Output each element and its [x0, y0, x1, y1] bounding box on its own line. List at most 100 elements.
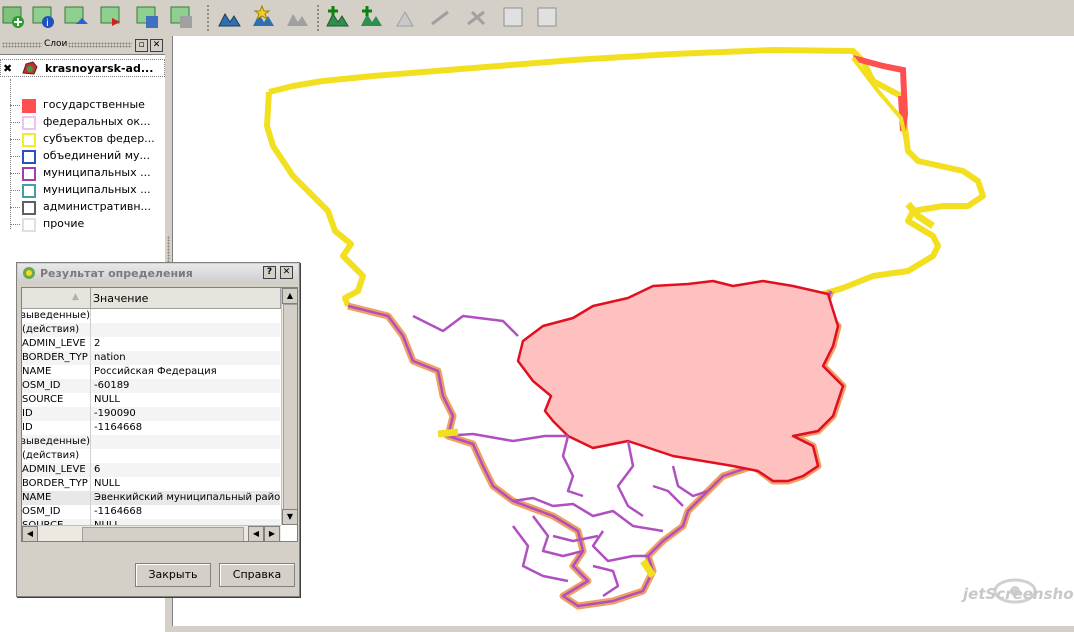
row-key-cell: OSM_ID: [22, 379, 91, 393]
add-feature-icon[interactable]: [358, 4, 384, 30]
row-key: (действия): [22, 324, 80, 335]
add-raster-icon[interactable]: [216, 4, 242, 30]
scroll-left-button-2[interactable]: ◀: [248, 526, 264, 541]
legend-label: прочие: [43, 217, 85, 230]
table-row[interactable]: (выведенные): [22, 435, 280, 449]
row-key-cell: ADMIN_LEVE: [22, 463, 91, 477]
disabled-tool-icon: [284, 4, 310, 30]
row-value: [92, 323, 282, 337]
row-key: ID: [22, 408, 33, 419]
table-row[interactable]: BORDER_TYP NULL: [22, 477, 280, 491]
move-layer-icon[interactable]: [62, 4, 88, 30]
legend-swatch: [22, 116, 36, 130]
svg-text:i: i: [46, 18, 49, 29]
tree-line: [10, 139, 20, 140]
table-row[interactable]: (действия): [22, 449, 280, 463]
results-rows: (выведенные) (действия) ADMIN_LEVE 2 BORDER_…: [22, 309, 282, 533]
scroll-thumb[interactable]: [283, 304, 297, 511]
tree-line: [10, 173, 20, 174]
hscroll-thumb[interactable]: [82, 527, 244, 541]
layers-panel-header: Слои ▫ ✕: [0, 38, 165, 52]
layer-info-icon[interactable]: i: [30, 4, 56, 30]
row-key-cell: NAME: [22, 491, 91, 505]
legend-label: субъектов федер...: [43, 132, 155, 145]
row-key-cell: ID: [22, 421, 91, 435]
row-value: -190090: [94, 408, 136, 419]
close-button[interactable]: Закрыть: [135, 563, 211, 587]
map-canvas[interactable]: [172, 36, 1074, 626]
table-row[interactable]: (действия): [22, 323, 280, 337]
row-key-cell: (действия): [22, 323, 91, 337]
map-drawing: [264, 47, 986, 610]
layer-row[interactable]: ✖ krasnoyarsk-ad...: [0, 59, 165, 77]
close-title-button[interactable]: ✕: [280, 266, 293, 279]
close-panel-button[interactable]: ✕: [150, 39, 163, 52]
scroll-down-button[interactable]: ▼: [282, 509, 297, 525]
row-key-cell: SOURCE: [22, 393, 91, 407]
row-value: -1164668: [94, 422, 143, 433]
merge-tool-icon: [500, 4, 526, 30]
row-key-cell: BORDER_TYP: [22, 351, 91, 365]
add-favorite-icon[interactable]: [250, 4, 276, 30]
row-key: BORDER_TYP: [22, 478, 88, 489]
help-title-button[interactable]: ?: [263, 266, 276, 279]
row-key-cell: ID: [22, 407, 91, 421]
table-row[interactable]: ID -190090: [22, 407, 280, 421]
table-row[interactable]: NAME Российская Федерация: [22, 365, 280, 379]
new-layer-icon[interactable]: [0, 4, 26, 30]
move-feature-icon: [392, 4, 418, 30]
row-value: NULL: [94, 394, 120, 405]
export-layer-icon[interactable]: [168, 4, 194, 30]
table-row[interactable]: ADMIN_LEVE 2: [22, 337, 280, 351]
scroll-right-button[interactable]: ▶: [264, 526, 280, 541]
column-header-feature[interactable]: ▲: [22, 288, 91, 309]
identify-results-dialog: Результат определения ? ✕ ▲ Значение (вы…: [16, 262, 300, 597]
help-button[interactable]: Справка: [219, 563, 295, 587]
horizontal-scrollbar[interactable]: ◀ ◀ ▶: [22, 525, 281, 541]
panel-grip[interactable]: [2, 42, 42, 48]
float-panel-button[interactable]: ▫: [135, 39, 148, 52]
save-layer-icon[interactable]: [134, 4, 160, 30]
row-key-cell: BORDER_TYP: [22, 477, 91, 491]
row-key: (действия): [22, 450, 80, 461]
toolbar-separator: [316, 4, 320, 32]
qgis-logo-icon: [23, 267, 35, 279]
table-row[interactable]: (выведенные): [22, 309, 280, 323]
row-key-cell: (действия): [22, 449, 91, 463]
row-key-cell: (выведенные): [22, 435, 91, 449]
table-row[interactable]: ADMIN_LEVE 6: [22, 463, 280, 477]
expand-icon[interactable]: ✖: [3, 62, 12, 75]
vertical-scrollbar[interactable]: ▲ ▼: [281, 288, 297, 525]
main-toolbar: i: [0, 0, 1074, 37]
row-key-cell: ADMIN_LEVE: [22, 337, 91, 351]
legend-label: административн...: [43, 200, 152, 213]
legend-swatch: [22, 167, 36, 181]
row-value: [92, 449, 282, 463]
sort-indicator-icon: ▲: [72, 292, 79, 302]
legend-swatch: [22, 150, 36, 164]
node-tool-icon: [428, 4, 454, 30]
panel-grip[interactable]: [68, 42, 132, 48]
row-key: ID: [22, 422, 33, 433]
row-key: NAME: [22, 492, 52, 503]
row-value: NULL: [94, 478, 120, 489]
table-row[interactable]: OSM_ID -1164668: [22, 505, 280, 519]
legend-swatch: [22, 184, 36, 198]
legend-label: муниципальных ...: [43, 166, 151, 179]
dialog-titlebar[interactable]: Результат определения ? ✕: [18, 264, 298, 282]
scroll-up-button[interactable]: ▲: [282, 288, 297, 304]
subject-border-patch: [437, 428, 459, 438]
table-row[interactable]: ID -1164668: [22, 421, 280, 435]
table-row[interactable]: NAME Эвенкийский муниципальный район: [22, 491, 282, 505]
table-row[interactable]: BORDER_TYP nation: [22, 351, 280, 365]
row-key-cell: NAME: [22, 365, 91, 379]
column-header-value[interactable]: Значение: [91, 288, 281, 309]
row-value: -1164668: [94, 506, 143, 517]
scroll-left-button[interactable]: ◀: [22, 526, 38, 541]
add-vector-icon[interactable]: [324, 4, 350, 30]
remove-layer-icon[interactable]: [98, 4, 124, 30]
layer-name: krasnoyarsk-ad...: [45, 62, 154, 75]
table-row[interactable]: OSM_ID -60189: [22, 379, 280, 393]
form-tool-icon: [534, 4, 560, 30]
table-row[interactable]: SOURCE NULL: [22, 393, 280, 407]
